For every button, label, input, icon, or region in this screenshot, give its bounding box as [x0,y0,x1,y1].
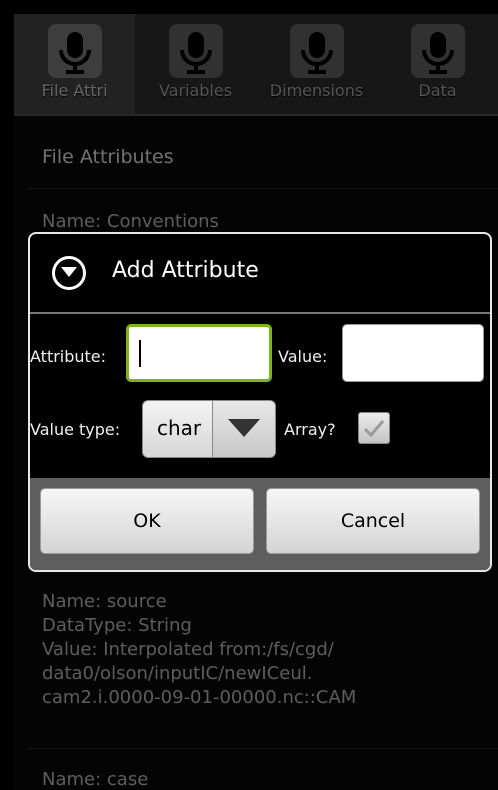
value-type-selected: char [157,416,202,440]
add-attribute-dialog: Add Attribute Attribute: Value: Value ty… [28,232,492,572]
checkmark-icon [363,420,385,438]
value-label: Value: [278,347,328,366]
value-input[interactable] [342,324,484,382]
dialog-header: Add Attribute [30,234,490,312]
ok-button[interactable]: OK [40,488,254,554]
cancel-button[interactable]: Cancel [266,488,480,554]
dialog-button-bar: OK Cancel [30,478,490,570]
attribute-input[interactable] [126,324,272,382]
value-type-label: Value type: [30,420,121,439]
chevron-down-circle-icon [52,256,86,290]
array-label: Array? [284,420,336,439]
app-screen: File Attri Variables Dimensions Data Fil… [14,14,498,790]
dropdown-arrow-icon[interactable] [212,401,275,457]
dialog-separator [30,312,490,314]
dialog-title: Add Attribute [112,258,259,283]
array-checkbox[interactable] [358,412,390,444]
attribute-label: Attribute: [30,347,107,366]
value-type-spinner[interactable]: char [142,400,276,458]
text-caret [139,340,141,367]
